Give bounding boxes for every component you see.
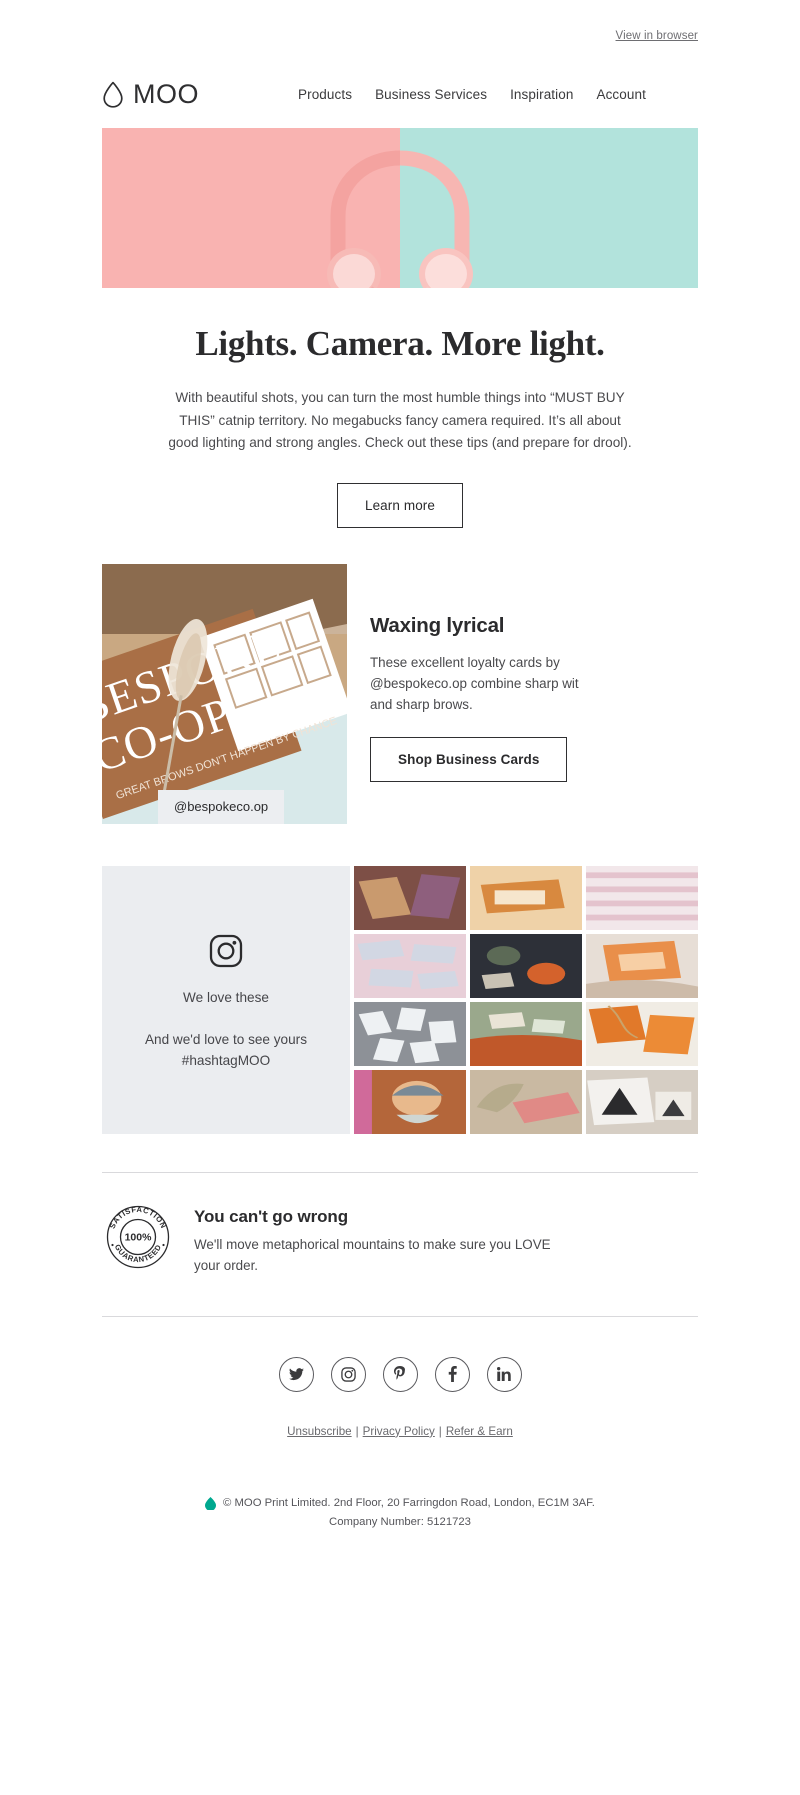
instagram-tile[interactable]	[586, 933, 698, 998]
instagram-tile[interactable]	[586, 865, 698, 930]
bespoke-loyalty-cards-photo: BESPOKE CO-OP GREAT BROWS DON'T HAPPEN B…	[102, 563, 347, 824]
instagram-tile[interactable]	[470, 1069, 582, 1134]
nav-link-business-services[interactable]: Business Services	[375, 87, 487, 102]
twitter-icon[interactable]	[278, 1356, 314, 1392]
instagram-line-1: We love these	[183, 990, 269, 1006]
feature-body: These excellent loyalty cards by @bespok…	[370, 654, 579, 713]
instagram-icon[interactable]	[209, 934, 243, 968]
email-body: View in browser MOO Products Business Se…	[0, 0, 800, 1567]
social-links	[102, 1317, 698, 1392]
copyright-block: © MOO Print Limited. 2nd Floor, 20 Farri…	[0, 1472, 800, 1566]
footer-links: Unsubscribe | Privacy Policy | Refer & Earn	[102, 1392, 698, 1438]
nav-links: Products Business Services Inspiration A…	[298, 87, 646, 102]
nav-link-account[interactable]: Account	[596, 87, 645, 102]
shop-business-cards-button[interactable]: Shop Business Cards	[370, 737, 568, 783]
copyright-line-2: Company Number: 5121723	[329, 1516, 471, 1529]
guarantee-body: We'll move metaphorical mountains to mak…	[194, 1236, 551, 1274]
brand-name: MOO	[133, 79, 199, 109]
instagram-tile[interactable]	[354, 865, 466, 930]
instagram-cta: We love these And we'd love to see yours…	[102, 865, 350, 1134]
hero-image	[102, 128, 698, 288]
svg-text:GUARANTEED: GUARANTEED	[113, 1243, 164, 1264]
instagram-tile[interactable]	[470, 865, 582, 930]
intro-paragraph: With beautiful shots, you can turn the m…	[168, 390, 632, 450]
instagram-icon[interactable]	[330, 1356, 366, 1392]
footer-separator: |	[355, 1424, 359, 1438]
footer-separator: |	[438, 1424, 442, 1438]
nav-link-inspiration[interactable]: Inspiration	[510, 87, 573, 102]
instagram-tile[interactable]	[354, 1001, 466, 1066]
instagram-line-2: And we'd love to see yours #hashtagMOO	[144, 1032, 308, 1069]
feature-image[interactable]: BESPOKE CO-OP GREAT BROWS DON'T HAPPEN B…	[102, 563, 347, 824]
copyright-line-1: © MOO Print Limited. 2nd Floor, 20 Farri…	[223, 1496, 595, 1509]
instagram-tile[interactable]	[586, 1069, 698, 1134]
nav-link-products[interactable]: Products	[298, 87, 352, 102]
feature-image-caption: @bespokeco.op	[158, 789, 285, 824]
page-title: Lights. Camera. More light.	[195, 324, 605, 363]
privacy-policy-link[interactable]: Privacy Policy	[363, 1425, 435, 1438]
instagram-tile[interactable]	[354, 1069, 466, 1134]
feature-section: BESPOKE CO-OP GREAT BROWS DON'T HAPPEN B…	[102, 563, 698, 824]
unsubscribe-link[interactable]: Unsubscribe	[287, 1425, 351, 1438]
moo-logo[interactable]: MOO	[102, 81, 282, 108]
instagram-tile[interactable]	[470, 933, 582, 998]
guarantee-copy: You can't go wrong We'll move metaphoric…	[194, 1201, 574, 1277]
learn-more-button[interactable]: Learn more	[336, 482, 464, 528]
preheader: View in browser	[102, 0, 698, 48]
feature-title: Waxing lyrical	[370, 613, 505, 637]
guarantee-title: You can't go wrong	[194, 1206, 348, 1226]
feature-copy: Waxing lyrical These excellent loyalty c…	[347, 564, 698, 824]
learn-more-row: Learn more	[102, 482, 698, 528]
svg-text:SATISFACTION: SATISFACTION	[108, 1205, 169, 1230]
satisfaction-guaranteed-stamp-icon: SATISFACTION GUARANTEED 100%	[102, 1201, 174, 1278]
instagram-tile[interactable]	[586, 1001, 698, 1066]
pinterest-icon[interactable]	[382, 1356, 418, 1392]
moo-drop-icon	[205, 1496, 217, 1510]
guarantee-section: SATISFACTION GUARANTEED 100% You can't g…	[102, 1173, 698, 1278]
linkedin-icon[interactable]	[486, 1356, 522, 1392]
instagram-tile[interactable]	[470, 1001, 582, 1066]
instagram-section: We love these And we'd love to see yours…	[102, 865, 698, 1134]
instagram-photo-grid	[350, 865, 698, 1134]
view-in-browser-link[interactable]: View in browser	[616, 30, 698, 42]
refer-and-earn-link[interactable]: Refer & Earn	[446, 1425, 513, 1438]
svg-text:100%: 100%	[125, 1231, 153, 1243]
site-navigation: MOO Products Business Services Inspirati…	[102, 48, 698, 128]
water-drop-icon	[102, 81, 124, 108]
instagram-tile[interactable]	[354, 933, 466, 998]
headphones-illustration	[327, 150, 473, 288]
facebook-icon[interactable]	[434, 1356, 470, 1392]
